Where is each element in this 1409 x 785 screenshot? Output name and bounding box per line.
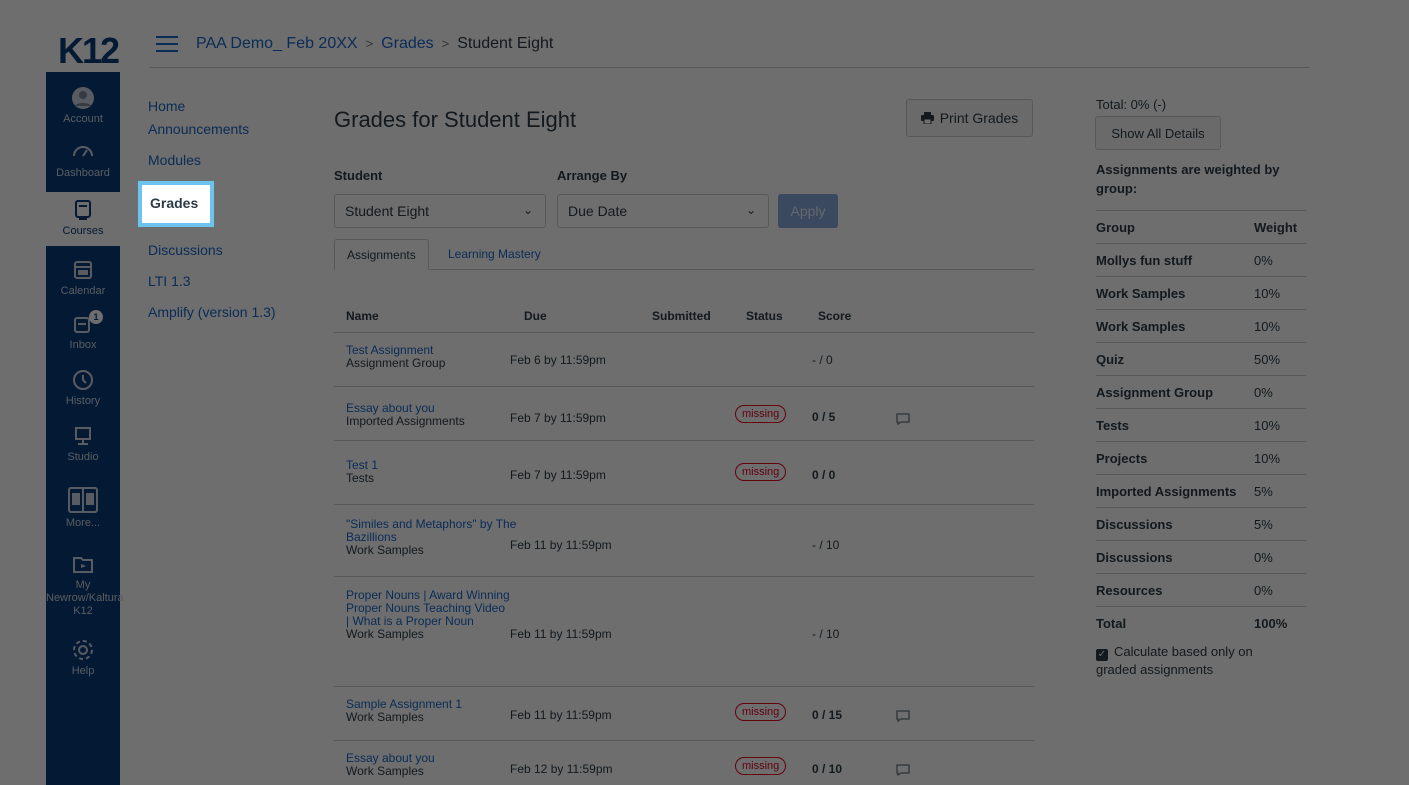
- nav-courses[interactable]: Courses: [46, 192, 120, 246]
- weight-row: Quiz 50%: [1096, 342, 1306, 375]
- arrange-by-select[interactable]: Due Date ⌄: [557, 194, 769, 228]
- weight-row: Work Samples 10%: [1096, 276, 1306, 309]
- col-name: Name: [346, 309, 379, 323]
- inbox-badge: 1: [89, 310, 103, 324]
- total-grade: Total: 0% (-): [1096, 97, 1167, 112]
- table-row: Proper Nouns | Award Winning Proper Noun…: [334, 576, 1034, 686]
- calendar-icon: [74, 261, 92, 279]
- col-score: Score: [818, 309, 852, 323]
- header-divider: [150, 67, 1310, 68]
- calculate-graded-checkbox[interactable]: ✓ Calculate based only on graded assignme…: [1096, 643, 1296, 678]
- chevron-down-icon: ⌄: [522, 203, 533, 217]
- assignment-link[interactable]: "Similes and Metaphors" by The Bazillion…: [346, 518, 526, 544]
- col-status: Status: [746, 309, 783, 323]
- page-title: Grades for Student Eight: [334, 107, 577, 132]
- table-row: "Similes and Metaphors" by The Bazillion…: [334, 504, 1034, 576]
- global-nav: Account Dashboard Courses Calendar 1 Inb…: [46, 72, 124, 785]
- weight-row: Work Samples 10%: [1096, 309, 1306, 342]
- weights-total: Total 100%: [1096, 606, 1306, 639]
- status-badge: missing: [735, 463, 787, 481]
- comment-icon[interactable]: [896, 764, 910, 776]
- folder-icon: [73, 557, 93, 573]
- nav-studio[interactable]: Studio: [46, 424, 120, 464]
- col-submitted: Submitted: [652, 309, 711, 323]
- course-nav-lti[interactable]: LTI 1.3: [148, 271, 276, 302]
- checkbox-checked-icon[interactable]: ✓: [1096, 649, 1108, 661]
- comment-icon[interactable]: [896, 413, 910, 425]
- tab-assignments[interactable]: Assignments: [334, 239, 429, 270]
- nav-newrow-kaltura[interactable]: My Newrow/Kaltura K12: [46, 552, 124, 618]
- table-row: Test 1 Tests Feb 7 by 11:59pm missing 0 /…: [334, 440, 1034, 504]
- status-badge: missing: [735, 757, 787, 775]
- weight-row: Imported Assignments 5%: [1096, 474, 1306, 507]
- arrange-by-label: Arrange By: [557, 168, 628, 183]
- hamburger-menu-icon[interactable]: [156, 36, 178, 52]
- more-icon: [68, 487, 98, 513]
- nav-inbox[interactable]: 1 Inbox: [46, 310, 120, 352]
- apply-button[interactable]: Apply: [778, 194, 838, 228]
- nav-help[interactable]: Help: [46, 638, 120, 678]
- weight-row: Mollys fun stuff 0%: [1096, 243, 1306, 276]
- weights-table: Group Weight Mollys fun stuff 0% Work Samp…: [1096, 210, 1306, 639]
- weight-row: Resources 0%: [1096, 573, 1306, 606]
- comment-icon[interactable]: [896, 710, 910, 722]
- col-due: Due: [524, 309, 547, 323]
- nav-calendar[interactable]: Calendar: [46, 258, 120, 298]
- course-nav-discussions[interactable]: Discussions: [148, 240, 276, 271]
- table-row: Essay about you Work Samples Feb 12 by 11…: [334, 740, 1034, 785]
- table-row: Test Assignment Assignment Group Feb 6 by…: [334, 332, 1034, 386]
- avatar-icon: [72, 87, 94, 109]
- breadcrumb-current: Student Eight: [457, 35, 554, 52]
- status-badge: missing: [735, 703, 787, 721]
- assignment-link[interactable]: Proper Nouns | Award Winning Proper Noun…: [346, 589, 511, 628]
- dashboard-icon: [73, 146, 93, 157]
- breadcrumb: PAA Demo_ Feb 20XX > Grades > Student Eight: [196, 35, 554, 52]
- grades-highlight[interactable]: Grades: [138, 181, 214, 227]
- nav-dashboard[interactable]: Dashboard: [46, 140, 120, 180]
- nav-history[interactable]: History: [46, 368, 120, 408]
- help-icon: [73, 640, 93, 660]
- nav-more[interactable]: More...: [46, 486, 120, 530]
- printer-icon: [920, 112, 934, 124]
- chevron-down-icon: ⌄: [745, 203, 756, 217]
- k12-logo[interactable]: K12: [58, 30, 120, 72]
- clock-icon: [73, 370, 93, 390]
- print-grades-button[interactable]: Print Grades: [906, 99, 1033, 137]
- weight-row: Discussions 0%: [1096, 540, 1306, 573]
- weights-header: Group Weight: [1096, 210, 1306, 243]
- tab-learning-mastery[interactable]: Learning Mastery: [436, 239, 553, 270]
- breadcrumb-course[interactable]: PAA Demo_ Feb 20XX: [196, 35, 358, 52]
- status-badge: missing: [735, 405, 787, 423]
- nav-account[interactable]: Account: [46, 86, 120, 126]
- weight-row: Discussions 5%: [1096, 507, 1306, 540]
- grade-tabs: Assignments Learning Mastery: [334, 239, 1034, 270]
- table-row: Sample Assignment 1 Work Samples Feb 11 b…: [334, 686, 1034, 740]
- student-label: Student: [334, 168, 383, 183]
- student-select[interactable]: Student Eight ⌄: [334, 194, 546, 228]
- weight-row: Projects 10%: [1096, 441, 1306, 474]
- course-nav-amplify[interactable]: Amplify (version 1.3): [148, 302, 276, 333]
- studio-icon: [75, 427, 91, 445]
- courses-icon: [75, 200, 91, 220]
- table-row: Essay about you Imported Assignments Feb …: [334, 386, 1034, 440]
- course-nav-modules[interactable]: Modules: [148, 150, 276, 181]
- course-nav-announcements[interactable]: Announcements: [148, 119, 276, 150]
- weight-row: Tests 10%: [1096, 408, 1306, 441]
- show-all-details-button[interactable]: Show All Details: [1095, 116, 1221, 150]
- weighted-note: Assignments are weighted by group:: [1096, 162, 1280, 196]
- breadcrumb-grades[interactable]: Grades: [381, 35, 433, 52]
- weight-row: Assignment Group 0%: [1096, 375, 1306, 408]
